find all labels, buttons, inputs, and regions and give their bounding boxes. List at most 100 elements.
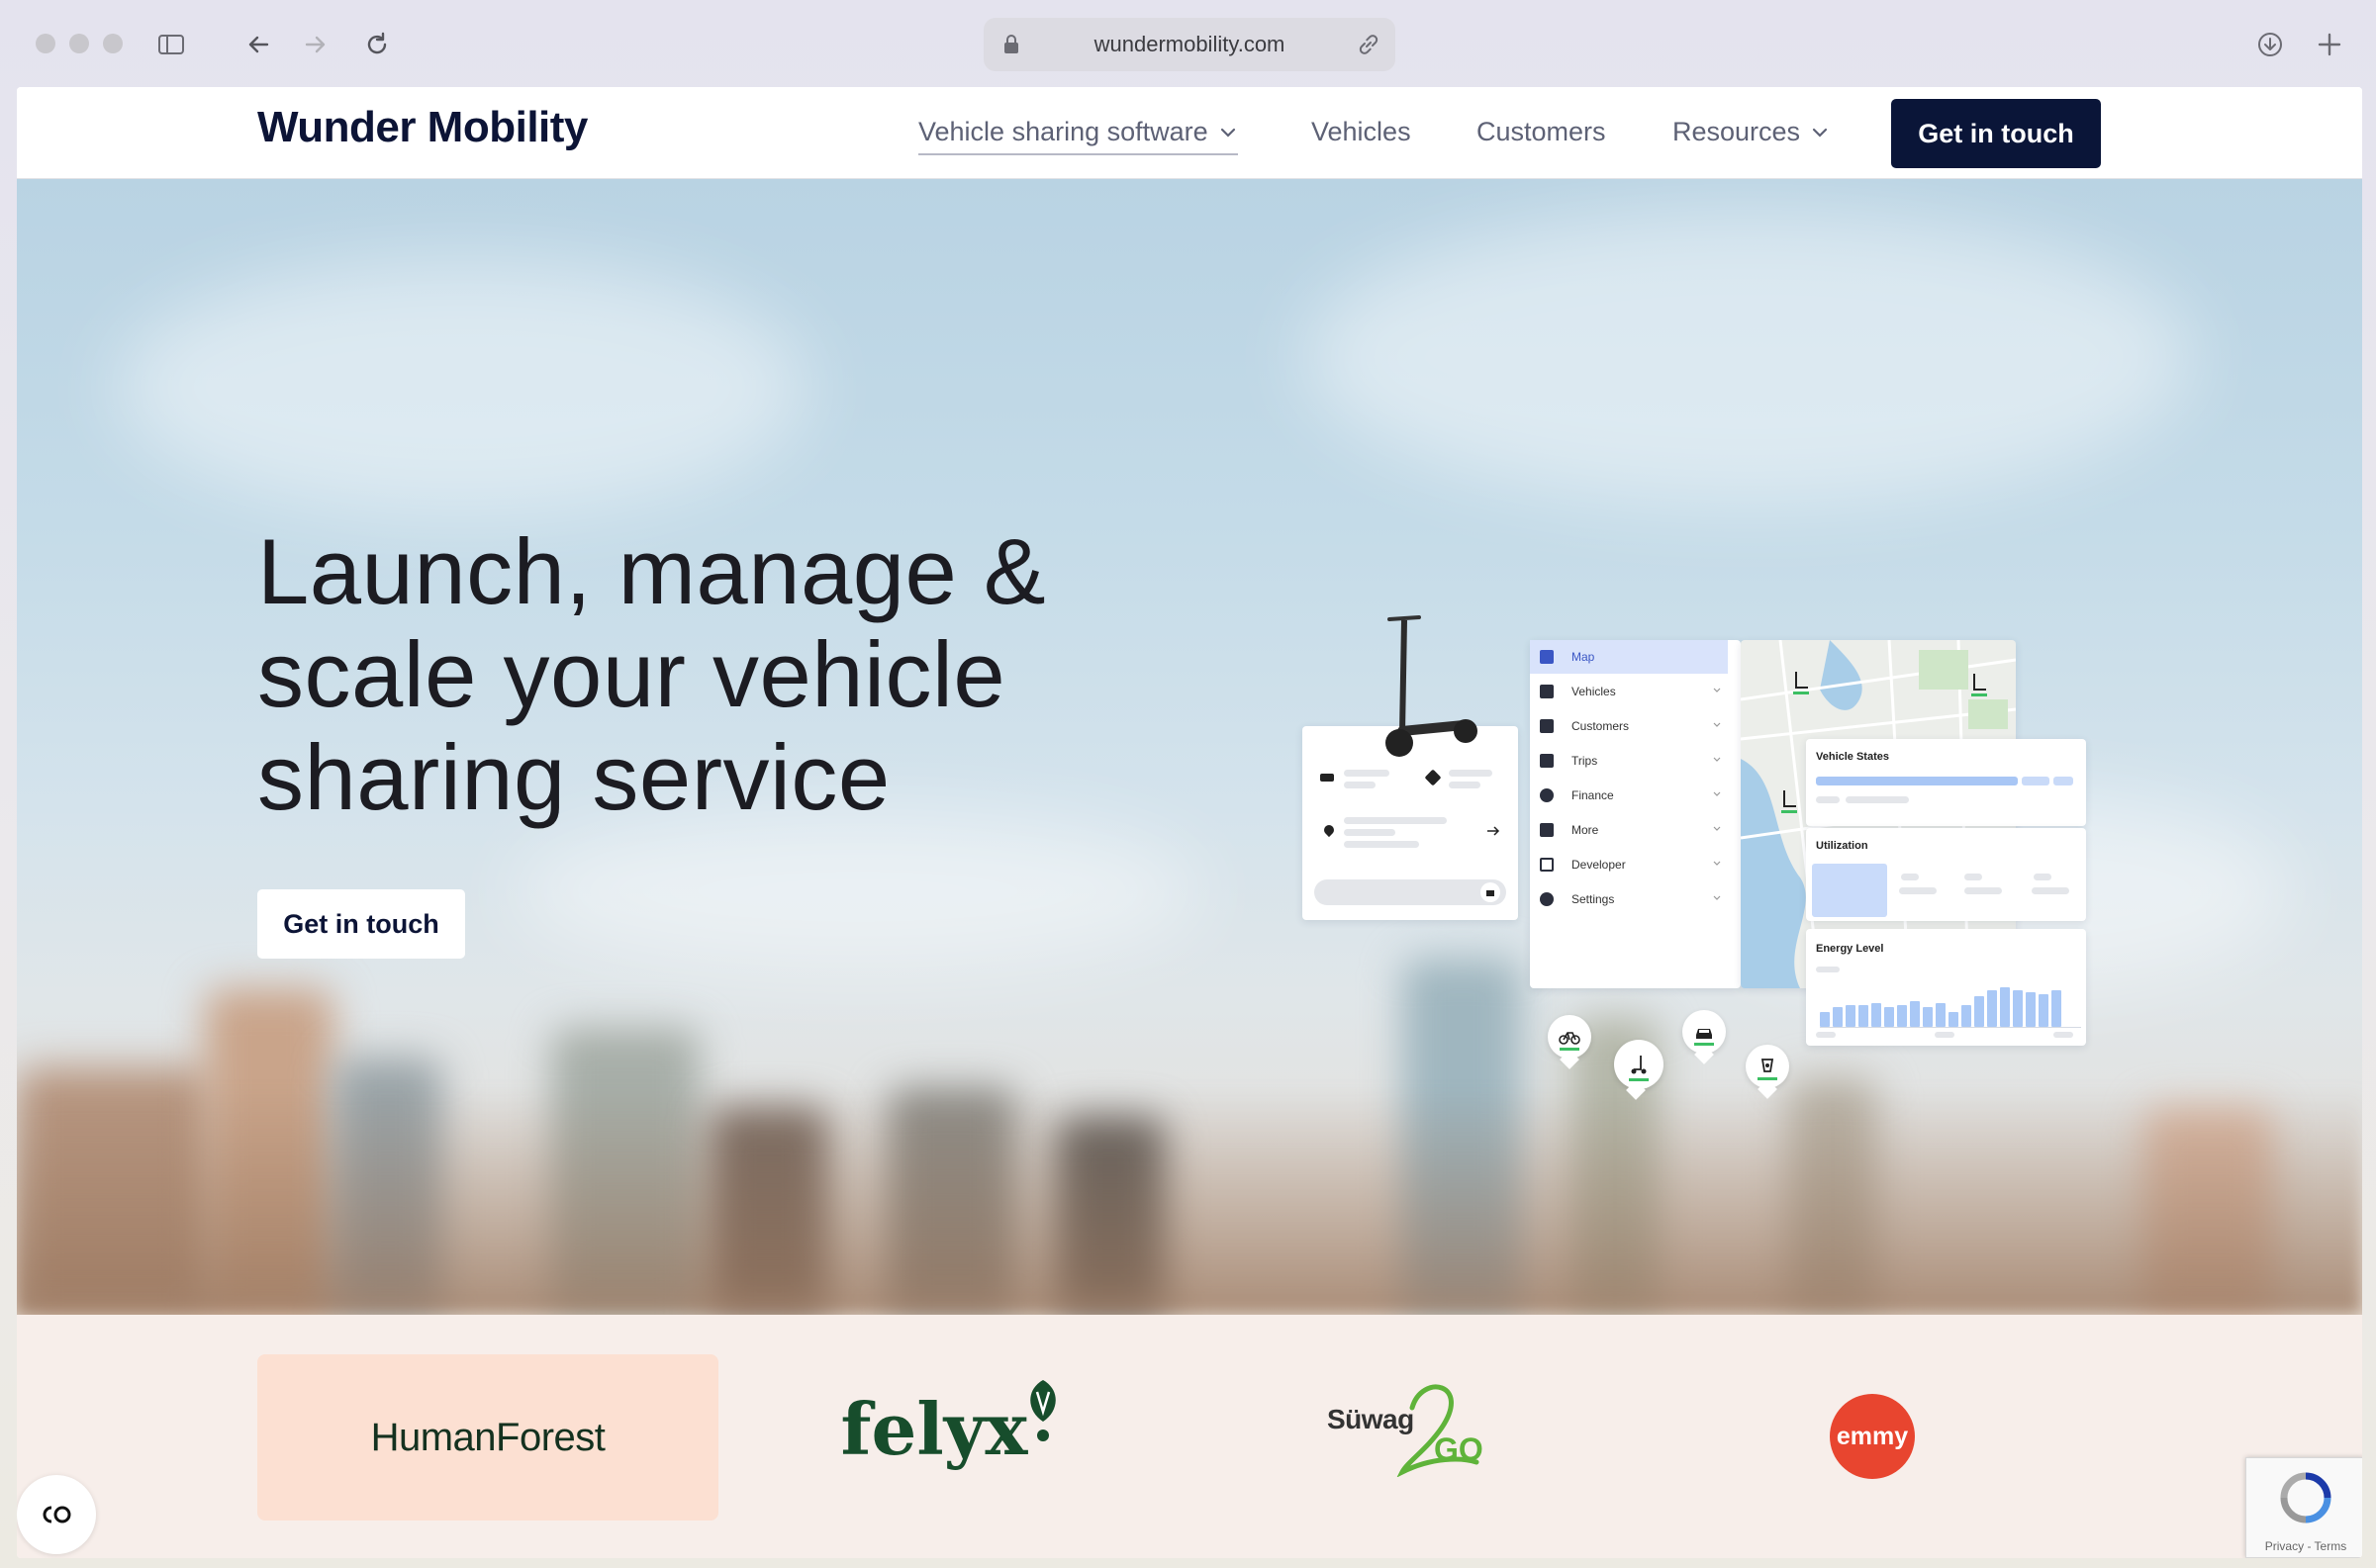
humanforest-logo[interactable]: HumanForest xyxy=(257,1354,718,1521)
placeholder-line xyxy=(1344,782,1376,788)
placeholder-line xyxy=(2034,874,2051,880)
back-arrow-icon[interactable] xyxy=(238,24,279,65)
moped-pin xyxy=(1746,1045,1789,1088)
dashboard-illustration: Map Vehicles Customers Trips Finance Mor… xyxy=(17,179,2362,1315)
maximize-window-button[interactable] xyxy=(103,34,123,53)
sidebar-item-label: Customers xyxy=(1571,719,1630,733)
placeholder-line xyxy=(1816,1032,1836,1038)
energy-bar xyxy=(1833,1007,1843,1027)
chevron-down-icon xyxy=(1713,861,1721,866)
sidebar-item-finance: Finance xyxy=(1530,779,1728,812)
chevron-down-icon xyxy=(1812,128,1828,138)
nav-customers[interactable]: Customers xyxy=(1476,117,1606,147)
forward-arrow-icon[interactable] xyxy=(295,24,336,65)
utilization-highlight xyxy=(1812,864,1887,917)
felyx-wordmark: felyx xyxy=(840,1386,1028,1471)
consent-icon xyxy=(43,1506,71,1523)
sidebar-item-more: More xyxy=(1530,813,1728,847)
minimize-window-button[interactable] xyxy=(69,34,89,53)
users-icon xyxy=(1540,719,1554,733)
energy-bar xyxy=(1923,1007,1933,1027)
energy-bar xyxy=(1871,1003,1881,1027)
battery-icon xyxy=(1320,774,1334,782)
felyx-logo[interactable]: felyx xyxy=(838,1374,1066,1483)
placeholder-line xyxy=(1816,967,1840,972)
sidebar-toggle-icon[interactable] xyxy=(150,24,192,65)
placeholder-line xyxy=(1901,874,1919,880)
cookie-consent-button[interactable] xyxy=(17,1475,96,1554)
finance-icon xyxy=(1540,788,1554,802)
plus-square-icon xyxy=(1540,823,1554,837)
recaptcha-icon xyxy=(2280,1472,2331,1523)
lock-icon xyxy=(1004,35,1018,53)
brand-logo[interactable]: Wunder Mobility xyxy=(257,103,588,152)
energy-bar xyxy=(2000,987,2010,1027)
close-window-button[interactable] xyxy=(36,34,55,53)
sidebar-item-label: More xyxy=(1571,823,1599,837)
bike-pin xyxy=(1548,1015,1591,1059)
window-controls xyxy=(36,34,123,53)
recaptcha-terms-link[interactable]: Privacy - Terms xyxy=(2246,1539,2362,1553)
sidebar-item-customers: Customers xyxy=(1530,709,1728,743)
reload-icon[interactable] xyxy=(356,24,398,65)
gear-icon xyxy=(1540,892,1554,906)
energy-bar xyxy=(2051,990,2061,1027)
sidebar-item-vehicles: Vehicles xyxy=(1530,675,1728,708)
energy-bar xyxy=(1846,1005,1855,1027)
energy-bar xyxy=(1961,1005,1971,1027)
sidebar-item-settings: Settings xyxy=(1530,882,1728,916)
sidebar-item-label: Trips xyxy=(1571,754,1598,768)
car-icon xyxy=(1696,1029,1712,1039)
web-page: Wunder Mobility Vehicle sharing software… xyxy=(17,87,2362,1558)
new-tab-icon[interactable] xyxy=(2309,24,2350,65)
emmy-logo[interactable]: emmy xyxy=(1830,1394,1915,1479)
car-pin xyxy=(1682,1010,1726,1054)
link-icon[interactable] xyxy=(1356,32,1381,57)
download-icon[interactable] xyxy=(2249,24,2291,65)
vehicle-states-card: Vehicle States xyxy=(1806,739,2086,826)
sidebar-item-trips: Trips xyxy=(1530,744,1728,778)
car-icon xyxy=(1540,685,1554,698)
placeholder-line xyxy=(1816,796,1840,803)
state-bar xyxy=(1816,777,2018,785)
bicycle-icon xyxy=(1559,1032,1580,1045)
energy-bar xyxy=(2013,990,2023,1027)
placeholder-line xyxy=(1846,796,1909,803)
suwag-go-logo[interactable]: Süwag GO xyxy=(1323,1374,1501,1483)
url-text: wundermobility.com xyxy=(1093,32,1285,56)
recaptcha-badge[interactable]: Privacy - Terms xyxy=(2245,1457,2362,1558)
scooter-icon xyxy=(1631,1056,1647,1074)
scooter-pin xyxy=(1614,1040,1663,1089)
location-pin-icon xyxy=(1321,822,1337,838)
placeholder-line xyxy=(1964,874,1982,880)
address-bar[interactable]: wundermobility.com xyxy=(984,18,1395,71)
monitor-icon xyxy=(1540,858,1554,872)
placeholder-line xyxy=(1344,817,1447,824)
go-wordmark: GO xyxy=(1434,1431,1483,1467)
chevron-down-icon xyxy=(1713,791,1721,796)
placeholder-line xyxy=(1935,1032,1954,1038)
nav-item-label: Customers xyxy=(1476,117,1606,146)
nav-resources[interactable]: Resources xyxy=(1672,117,1830,147)
placeholder-line xyxy=(2053,1032,2073,1038)
nav-get-in-touch-button[interactable]: Get in touch xyxy=(1891,99,2101,168)
energy-bar xyxy=(1974,996,1984,1027)
chevron-down-icon xyxy=(1713,826,1721,831)
sidebar-item-map: Map xyxy=(1530,640,1728,674)
chevron-down-icon xyxy=(1220,128,1235,138)
sidebar-item-label: Vehicles xyxy=(1571,685,1616,698)
browser-chrome: wundermobility.com xyxy=(0,0,2376,87)
felyx-exclamation-icon xyxy=(1030,1380,1057,1441)
card-title: Energy Level xyxy=(1816,943,1884,955)
placeholder-line xyxy=(1344,841,1419,848)
energy-bar xyxy=(1936,1003,1946,1027)
sidebar-item-label: Settings xyxy=(1571,892,1615,906)
scooter-marker-icon xyxy=(1971,674,1987,696)
sidebar-item-label: Map xyxy=(1571,650,1595,664)
chevron-down-icon xyxy=(1713,895,1721,900)
nav-vehicles[interactable]: Vehicles xyxy=(1311,117,1411,147)
nav-vehicle-sharing-software[interactable]: Vehicle sharing software xyxy=(918,117,1238,155)
nav-item-label: Vehicle sharing software xyxy=(918,117,1208,146)
map-icon xyxy=(1540,650,1554,664)
energy-bar xyxy=(1987,990,1997,1027)
